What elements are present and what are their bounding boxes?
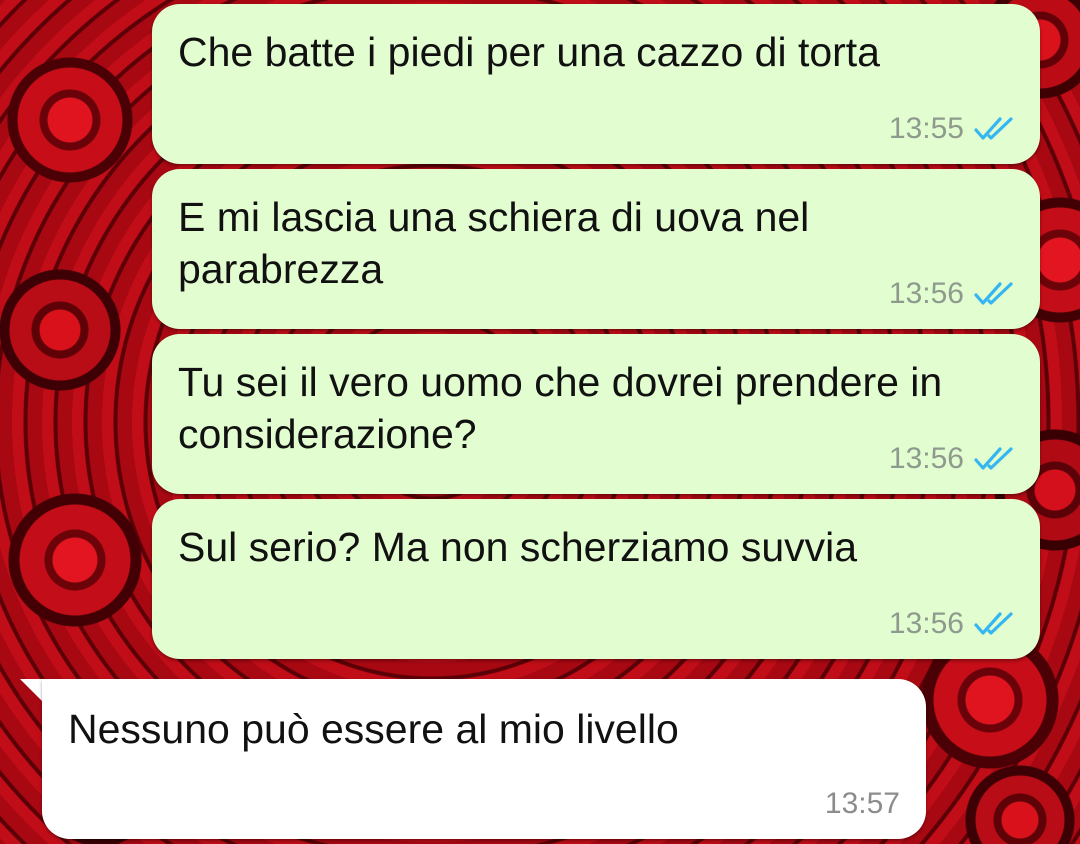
double-check-read-icon xyxy=(974,117,1013,140)
outgoing-message[interactable]: Che batte i piedi per una cazzo di torta… xyxy=(152,4,1040,164)
incoming-bubble-tail xyxy=(20,679,42,701)
double-check-read-icon xyxy=(974,282,1013,305)
message-meta: 13:56 xyxy=(889,277,1014,311)
message-time: 13:56 xyxy=(888,442,964,475)
message-meta: 13:56 xyxy=(889,442,1014,476)
double-check-read-icon xyxy=(974,612,1013,635)
outgoing-message[interactable]: E mi lascia una schiera di uova nel para… xyxy=(152,169,1040,329)
message-time: 13:55 xyxy=(888,112,964,145)
message-meta: 13:55 xyxy=(889,112,1014,146)
outgoing-message[interactable]: Sul serio? Ma non scherziamo suvvia 13:5… xyxy=(152,499,1040,659)
message-time: 13:57 xyxy=(824,787,900,820)
incoming-message[interactable]: Nessuno può essere al mio livello 13:57 xyxy=(42,679,926,839)
message-text: Che batte i piedi per una cazzo di torta xyxy=(178,29,880,75)
message-text: E mi lascia una schiera di uova nel para… xyxy=(178,194,810,292)
double-check-read-icon xyxy=(974,447,1013,470)
message-text: Nessuno può essere al mio livello xyxy=(68,706,679,752)
message-time: 13:56 xyxy=(888,607,964,640)
message-time: 13:56 xyxy=(888,277,964,310)
message-meta: 13:56 xyxy=(889,607,1014,641)
message-meta: 13:57 xyxy=(825,787,900,821)
message-text: Tu sei il vero uomo che dovrei prendere … xyxy=(178,359,943,457)
message-text: Sul serio? Ma non scherziamo suvvia xyxy=(178,524,858,570)
outgoing-message[interactable]: Tu sei il vero uomo che dovrei prendere … xyxy=(152,334,1040,494)
